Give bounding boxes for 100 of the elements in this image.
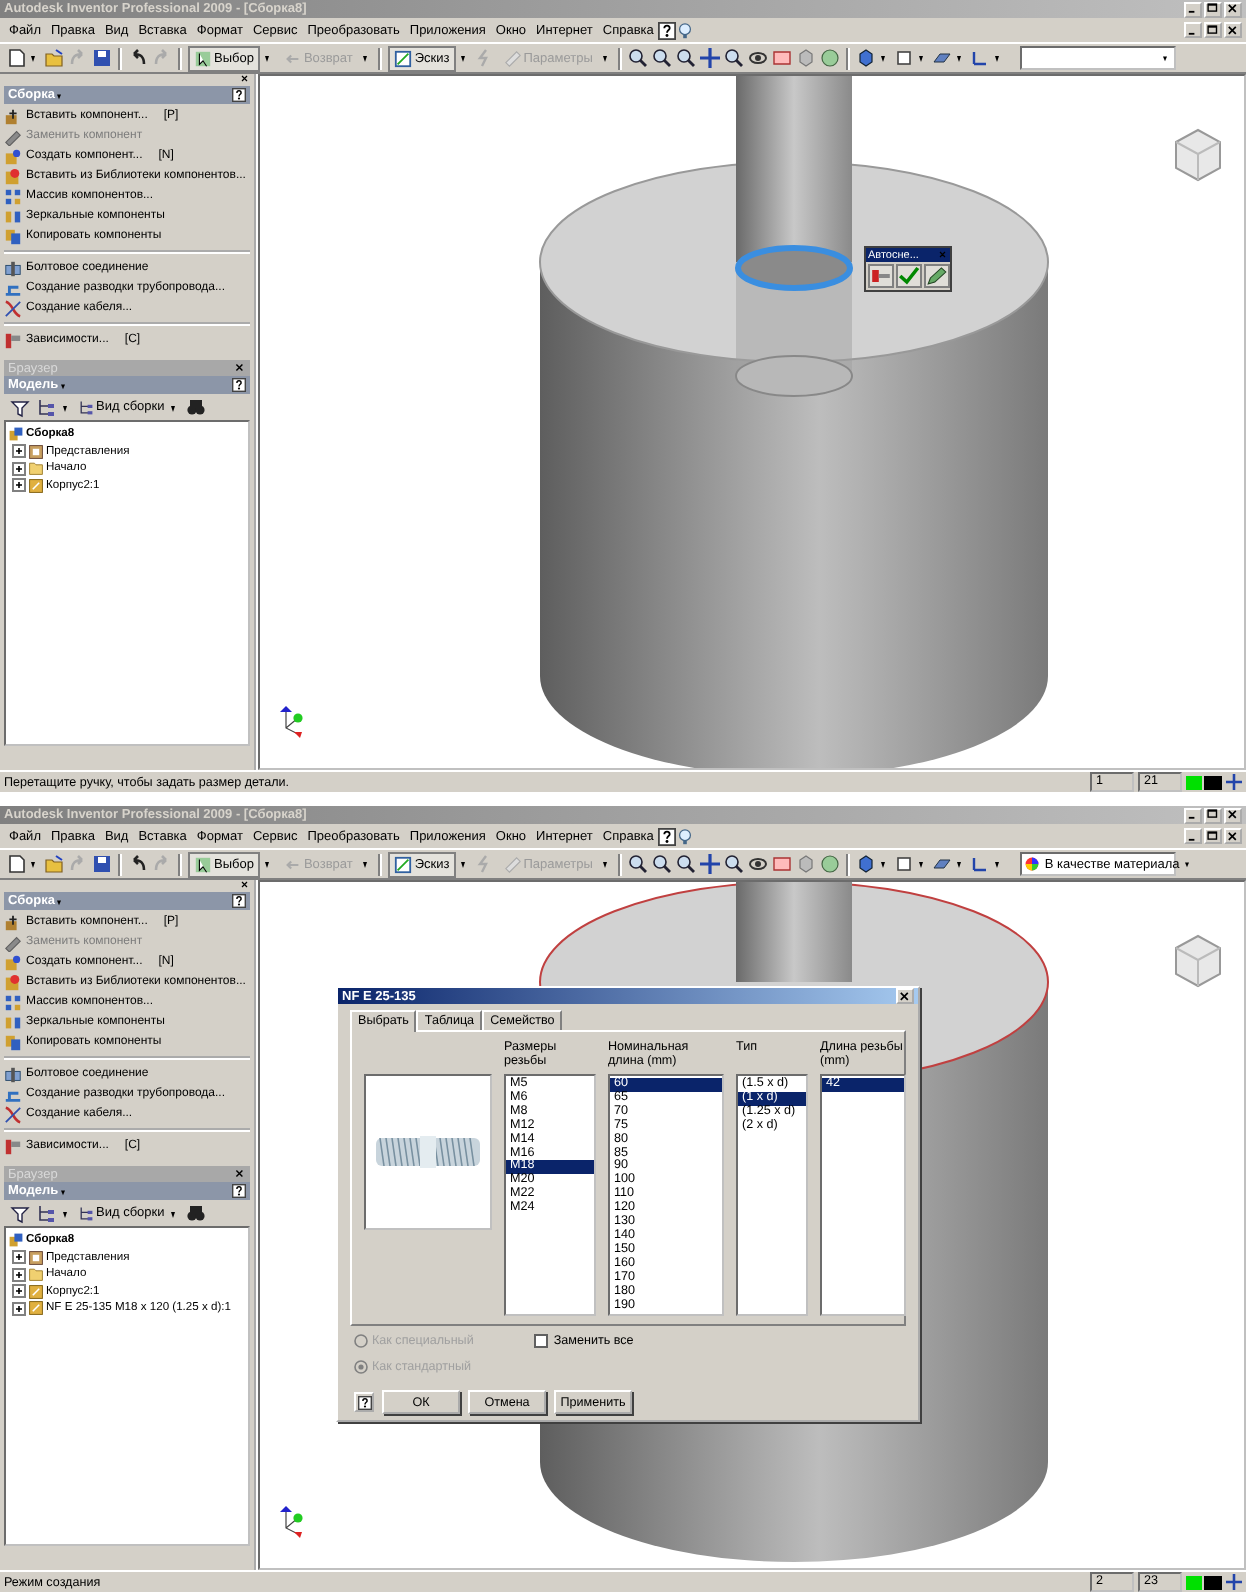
expander-icon[interactable] — [12, 461, 26, 476]
close-button[interactable] — [1224, 22, 1242, 38]
checkbox[interactable] — [533, 1334, 548, 1349]
zoom-icon[interactable] — [724, 48, 745, 68]
pan-icon[interactable] — [1226, 1574, 1242, 1590]
globe-icon[interactable] — [820, 48, 841, 68]
pan-icon[interactable] — [700, 854, 721, 874]
axis-triad-icon — [276, 704, 308, 740]
axis-icon[interactable] — [970, 854, 991, 874]
help-button[interactable] — [354, 1392, 374, 1412]
box-icon[interactable] — [894, 854, 915, 874]
binoculars-icon[interactable] — [186, 1203, 207, 1223]
minimize-button[interactable] — [1184, 22, 1202, 38]
expander-icon[interactable] — [12, 1250, 26, 1265]
undo-icon[interactable] — [128, 48, 148, 68]
help-icon[interactable] — [658, 827, 677, 845]
zoom-icon[interactable] — [652, 48, 673, 68]
close-icon[interactable] — [234, 362, 246, 374]
expander-icon[interactable] — [12, 1267, 26, 1282]
representations-icon — [28, 1249, 44, 1266]
expander-icon[interactable] — [12, 1301, 26, 1316]
check-icon[interactable] — [896, 264, 922, 288]
tree-icon — [78, 399, 94, 415]
status-indicator-icon — [1186, 775, 1222, 789]
close-icon[interactable] — [240, 880, 250, 890]
help-icon — [232, 378, 246, 392]
constraint-icon — [4, 331, 22, 349]
lamp-icon[interactable] — [676, 827, 695, 845]
maximize-icon — [1206, 808, 1220, 822]
help-icon — [232, 88, 246, 102]
return-icon — [283, 49, 302, 67]
orbit-icon[interactable] — [748, 48, 769, 68]
minimize-button[interactable] — [1184, 1, 1202, 17]
help-icon — [232, 894, 246, 908]
close-button[interactable] — [1224, 807, 1242, 823]
open-folder-icon[interactable] — [44, 48, 64, 68]
cube-icon[interactable] — [856, 48, 877, 68]
binoculars-icon[interactable] — [186, 397, 207, 417]
expander-icon[interactable] — [12, 478, 26, 493]
shaded-cube-icon[interactable] — [796, 854, 817, 874]
pan-icon[interactable] — [700, 48, 721, 68]
zoom-icon[interactable] — [676, 48, 697, 68]
ruler-icon — [503, 855, 522, 873]
box-icon[interactable] — [894, 48, 915, 68]
new-file-icon[interactable] — [6, 48, 26, 68]
lamp-icon[interactable] — [676, 21, 695, 39]
maximize-icon — [1206, 23, 1220, 37]
shaded-cube-icon[interactable] — [796, 48, 817, 68]
tree-icon[interactable] — [36, 1203, 56, 1223]
zoom-icon[interactable] — [724, 854, 745, 874]
zoom-icon[interactable] — [628, 854, 649, 874]
zoom-icon[interactable] — [676, 854, 697, 874]
sketch-icon — [394, 855, 413, 873]
maximize-button[interactable] — [1204, 1, 1222, 17]
help-icon[interactable] — [658, 21, 677, 39]
plane-icon[interactable] — [932, 854, 953, 874]
minimize-button[interactable] — [1184, 807, 1202, 823]
close-icon[interactable] — [240, 74, 250, 84]
pan-icon[interactable] — [1226, 774, 1242, 790]
return-icon — [283, 855, 302, 873]
bolted-connection-icon — [4, 259, 22, 277]
cube-icon[interactable] — [856, 854, 877, 874]
close-button[interactable] — [1224, 828, 1242, 844]
axis-triad-icon — [276, 1504, 308, 1540]
maximize-button[interactable] — [1204, 22, 1222, 38]
caret-icon — [1183, 856, 1194, 872]
zoom-icon[interactable] — [652, 854, 673, 874]
cursor-icon — [194, 855, 212, 873]
close-button[interactable] — [896, 988, 914, 1004]
open-folder-icon[interactable] — [44, 854, 64, 874]
mirror-icon — [4, 1013, 22, 1031]
library-icon — [4, 167, 22, 185]
maximize-button[interactable] — [1204, 828, 1222, 844]
pattern-icon — [4, 187, 22, 205]
close-icon[interactable] — [234, 1168, 246, 1180]
new-file-icon[interactable] — [6, 854, 26, 874]
place-component-icon — [4, 913, 22, 931]
expander-icon[interactable] — [12, 1284, 26, 1299]
cable-icon — [4, 1105, 22, 1123]
axis-icon[interactable] — [970, 48, 991, 68]
plane-icon[interactable] — [932, 48, 953, 68]
bolt-icon[interactable] — [868, 264, 894, 288]
expander-icon[interactable] — [12, 444, 26, 459]
color-wheel-icon — [1024, 856, 1041, 872]
orbit-icon[interactable] — [748, 854, 769, 874]
pencil-icon[interactable] — [924, 264, 950, 288]
maximize-button[interactable] — [1204, 807, 1222, 823]
save-icon[interactable] — [92, 48, 112, 68]
minimize-button[interactable] — [1184, 828, 1202, 844]
replace-component-icon — [4, 127, 22, 145]
appearance-dropdown[interactable] — [1020, 46, 1177, 70]
save-icon[interactable] — [92, 854, 112, 874]
undo-icon[interactable] — [128, 854, 148, 874]
close-button[interactable] — [1224, 1, 1242, 17]
folder-icon — [28, 460, 44, 477]
tree-icon[interactable] — [36, 397, 56, 417]
globe-icon[interactable] — [820, 854, 841, 874]
close-icon — [1226, 808, 1240, 822]
zoom-icon[interactable] — [628, 48, 649, 68]
assembly-icon — [8, 1232, 24, 1249]
